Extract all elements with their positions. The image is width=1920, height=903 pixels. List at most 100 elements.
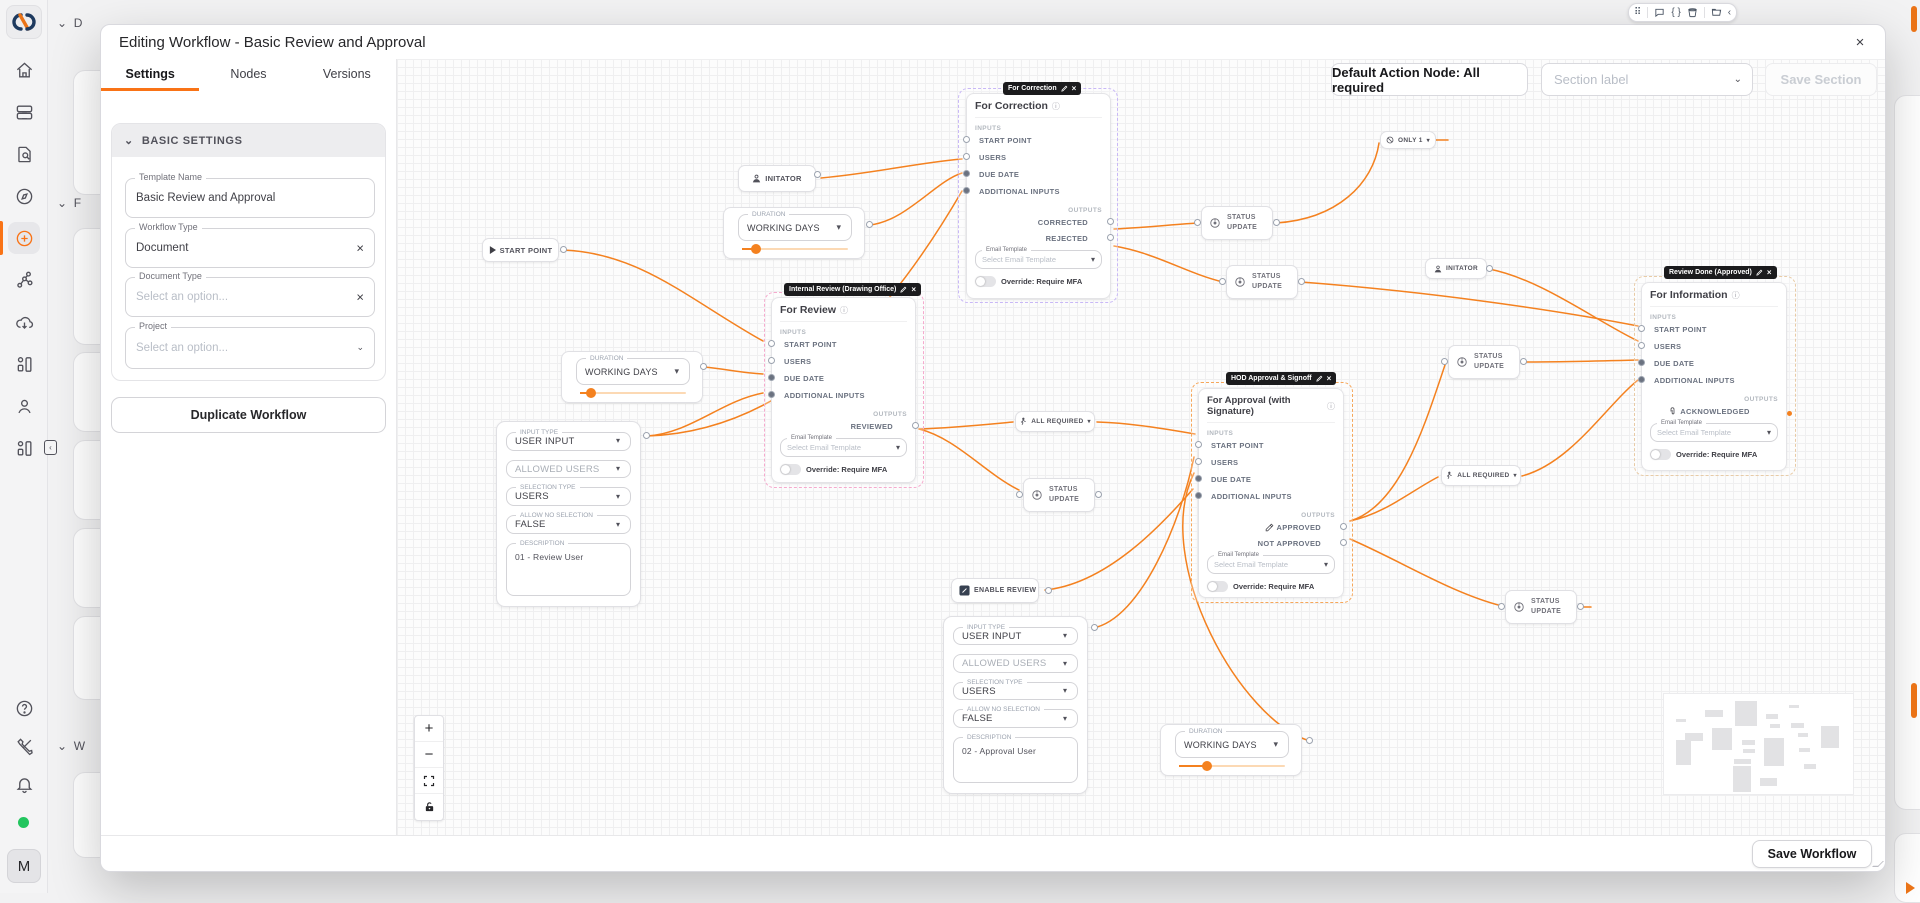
scrollbar-thumb[interactable]: [1911, 6, 1917, 32]
input-port[interactable]: [1195, 441, 1202, 448]
fit-view-button[interactable]: [415, 768, 443, 794]
node-status-update[interactable]: STATUS UPDATE: [1226, 265, 1298, 299]
input-port[interactable]: [768, 374, 775, 381]
node-for-information[interactable]: For Information ⓘ INPUTS START POINT USER…: [1638, 282, 1787, 471]
bucket-icon[interactable]: [1687, 7, 1698, 18]
input-port[interactable]: [1195, 458, 1202, 465]
node-badge[interactable]: For Correction ×: [1003, 82, 1082, 95]
remove-icon[interactable]: ×: [1072, 84, 1077, 93]
connector-dot[interactable]: [1016, 491, 1023, 498]
user-icon[interactable]: [8, 390, 40, 422]
node-badge[interactable]: Internal Review (Drawing Office) ×: [784, 283, 922, 296]
user-avatar[interactable]: M: [7, 849, 41, 883]
node-badge[interactable]: HOD Approval & Signoff ×: [1226, 372, 1337, 385]
input-port[interactable]: [768, 391, 775, 398]
tab-versions[interactable]: Versions: [298, 59, 396, 91]
selection-type-select[interactable]: SELECTION TYPE USERS ▾: [506, 484, 631, 507]
email-template-select[interactable]: Email Template Select Email Template ▾: [1650, 420, 1778, 442]
input-port[interactable]: [1638, 342, 1645, 349]
email-template-select[interactable]: Email Template Select Email Template ▾: [1207, 552, 1335, 574]
help-icon[interactable]: [8, 692, 40, 724]
allow-no-selection-select[interactable]: ALLOW NO SELECTION FALSE ▾: [953, 706, 1078, 728]
remove-icon[interactable]: ×: [911, 285, 916, 294]
lock-button[interactable]: [415, 794, 443, 820]
connector-dot[interactable]: [1298, 278, 1305, 285]
connector-dot[interactable]: [1441, 358, 1448, 365]
duration-slider[interactable]: [742, 244, 848, 254]
workflow-icon[interactable]: [8, 264, 40, 296]
output-port[interactable]: [1107, 234, 1114, 241]
description-textarea[interactable]: DESCRIPTION 01 - Review User: [506, 539, 631, 596]
mfa-toggle[interactable]: [975, 276, 996, 287]
zoom-out-button[interactable]: −: [415, 742, 443, 768]
home-icon[interactable]: [8, 54, 40, 86]
duration-slider[interactable]: [1179, 761, 1285, 771]
node-initiator[interactable]: INITATOR: [1425, 258, 1487, 279]
remove-icon[interactable]: ×: [1767, 268, 1772, 277]
connector-dot[interactable]: [1498, 603, 1505, 610]
connector-dot[interactable]: [1194, 219, 1201, 226]
node-status-update[interactable]: STATUS UPDATE: [1505, 590, 1577, 624]
allowed-users-select[interactable]: ALLOWED USERS ▾: [953, 654, 1078, 673]
basic-settings-header[interactable]: ⌄ BASIC SETTINGS: [112, 124, 385, 157]
input-port[interactable]: [1638, 376, 1645, 383]
input-port[interactable]: [768, 340, 775, 347]
description-textarea[interactable]: DESCRIPTION 02 - Approval User: [953, 733, 1078, 784]
file-search-icon[interactable]: [8, 138, 40, 170]
bell-icon[interactable]: [8, 768, 40, 800]
connector-dot[interactable]: [1306, 737, 1313, 744]
apps-panel-icon[interactable]: [8, 432, 40, 464]
allowed-users-select[interactable]: ALLOWED USERS ▾: [506, 459, 631, 479]
connector-dot[interactable]: [700, 363, 707, 370]
resize-handle[interactable]: [1872, 861, 1884, 867]
project-field[interactable]: Project Select an option... ⌄: [125, 321, 375, 369]
mfa-toggle[interactable]: [1650, 449, 1671, 460]
mfa-toggle[interactable]: [780, 464, 801, 475]
input-type-select[interactable]: INPUT TYPE USER INPUT ▾: [506, 429, 631, 451]
node-all-required-gate[interactable]: ALL REQUIRED ▾: [1015, 411, 1095, 432]
edit-icon[interactable]: [1315, 375, 1323, 382]
edit-icon[interactable]: [900, 286, 907, 293]
input-port[interactable]: [963, 153, 970, 160]
email-template-select[interactable]: Email Template Select Email Template ▾: [780, 435, 907, 457]
duplicate-workflow-button[interactable]: Duplicate Workflow: [111, 397, 386, 433]
node-for-review[interactable]: For Review ⓘ INPUTS START POINT USERS DUE…: [768, 297, 919, 483]
input-port[interactable]: [1195, 475, 1202, 482]
template-name-field[interactable]: Template Name Basic Review and Approval: [125, 172, 375, 218]
duration-slider[interactable]: [580, 388, 686, 398]
node-all-required-gate[interactable]: ALL REQUIRED ▾: [1441, 465, 1521, 486]
node-initiator[interactable]: INITATOR: [738, 165, 816, 192]
node-only-1-gate[interactable]: ONLY 1 ▾: [1380, 131, 1436, 149]
workflow-type-field[interactable]: Workflow Type Document ×: [125, 222, 375, 268]
input-port[interactable]: [963, 170, 970, 177]
connector-dot[interactable]: [1095, 491, 1102, 498]
user-input-panel-1[interactable]: INPUT TYPE USER INPUT ▾ ALLOWED USERS ▾ SEL…: [496, 421, 641, 607]
node-duration[interactable]: DURATION WORKING DAYS ▾: [1160, 724, 1302, 776]
canvas-minimap[interactable]: [1664, 694, 1853, 794]
connector-dot[interactable]: [560, 246, 567, 253]
collapse-panel-icon[interactable]: ‹: [44, 440, 57, 455]
input-type-select[interactable]: INPUT TYPE USER INPUT ▾: [953, 624, 1078, 646]
connector-dot[interactable]: [1486, 265, 1493, 272]
app-logo[interactable]: [6, 5, 42, 39]
connector-dot[interactable]: [1273, 219, 1280, 226]
input-port[interactable]: [1638, 359, 1645, 366]
mfa-toggle[interactable]: [1207, 581, 1228, 592]
scrollbar-thumb[interactable]: [1911, 683, 1917, 718]
email-template-select[interactable]: Email Template Select Email Template ▾: [975, 247, 1102, 269]
edit-icon[interactable]: [1060, 85, 1068, 92]
chevron-left-icon[interactable]: ‹: [1728, 7, 1731, 18]
node-start-point[interactable]: START POINT: [482, 238, 559, 262]
apps-icon[interactable]: [8, 348, 40, 380]
output-dot[interactable]: [1787, 411, 1792, 416]
edit-icon[interactable]: [1756, 269, 1763, 276]
user-input-panel-2[interactable]: INPUT TYPE USER INPUT ▾ ALLOWED USERS ▾ SEL…: [943, 616, 1088, 794]
node-duration[interactable]: DURATION WORKING DAYS ▾: [561, 351, 703, 403]
output-port[interactable]: [1340, 539, 1347, 546]
close-icon[interactable]: ×: [1849, 31, 1871, 53]
tab-settings[interactable]: Settings: [101, 59, 200, 91]
connector-dot[interactable]: [1219, 278, 1226, 285]
node-duration[interactable]: DURATION WORKING DAYS ▾: [723, 207, 865, 259]
save-section-button[interactable]: Save Section: [1765, 63, 1877, 96]
default-action-node-pill[interactable]: Default Action Node: All required: [1331, 63, 1528, 96]
